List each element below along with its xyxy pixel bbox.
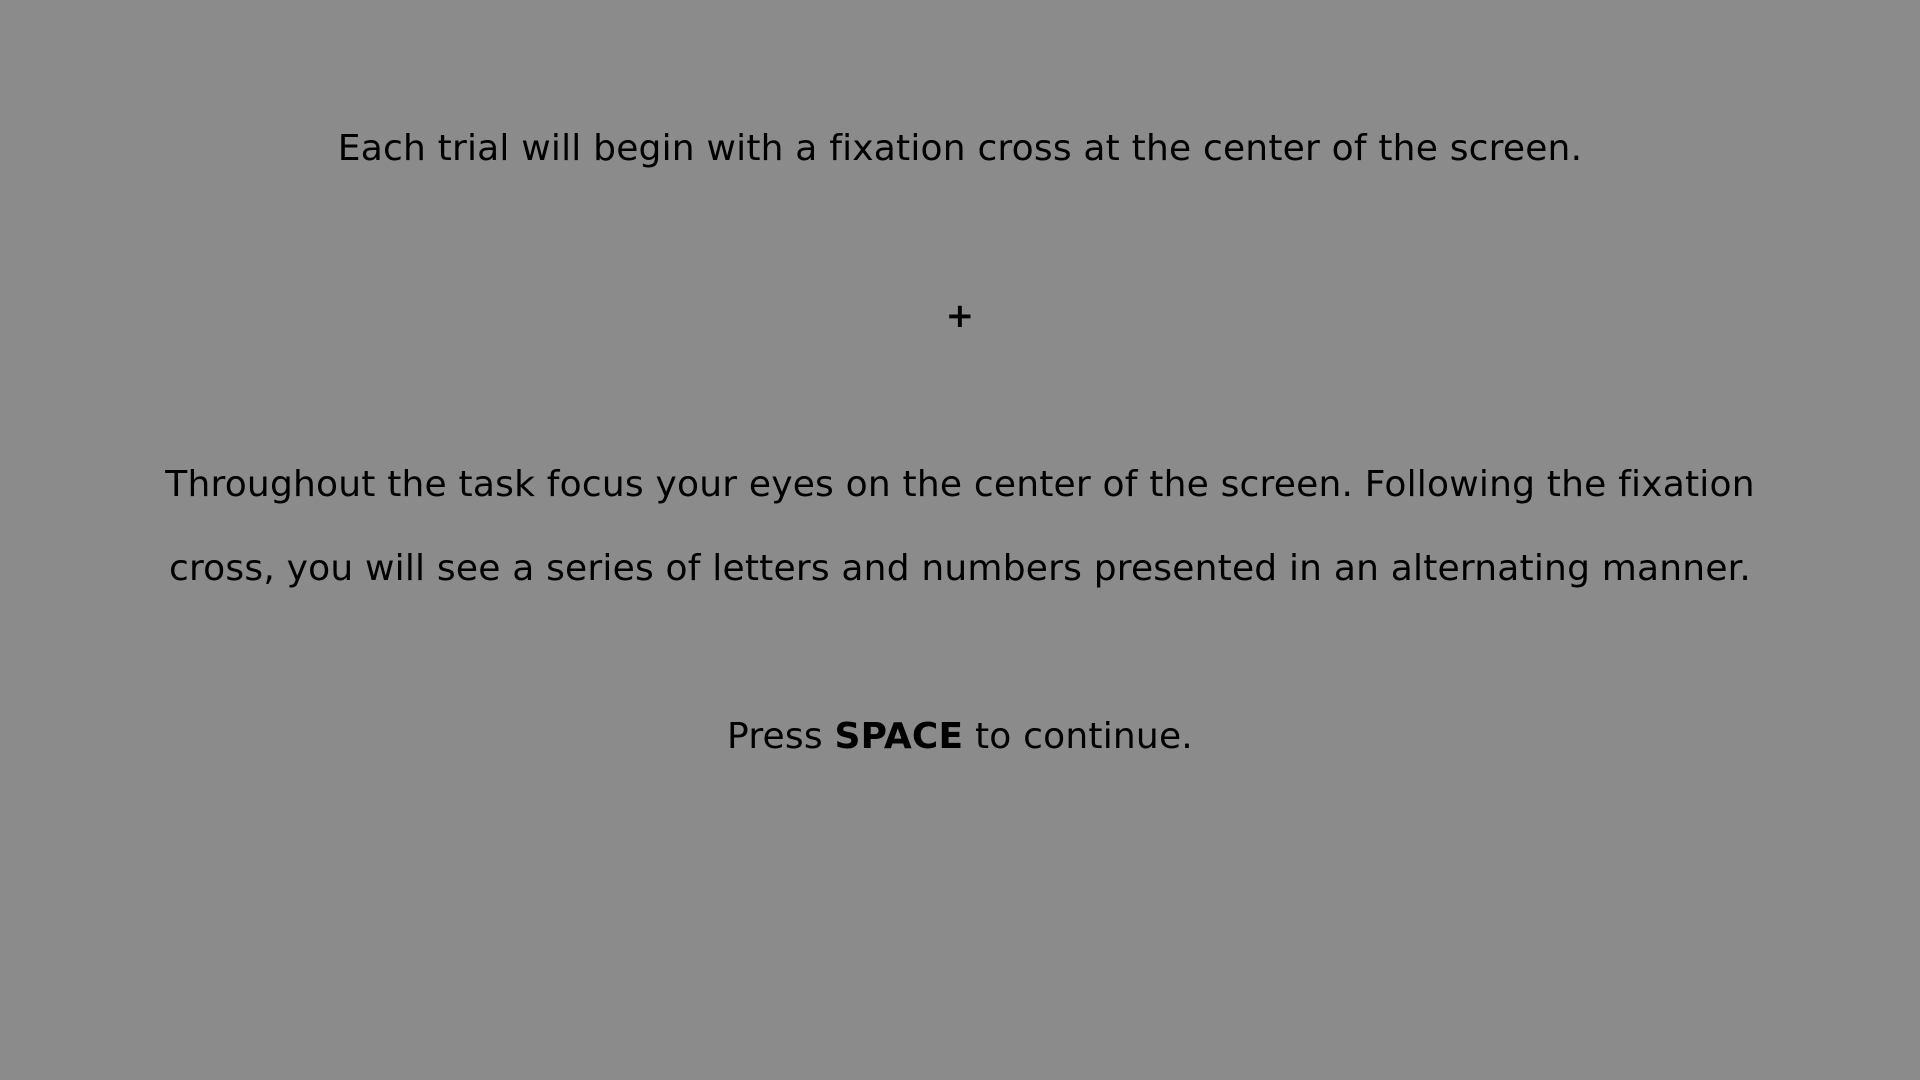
space-key-label: SPACE [834,716,964,757]
continue-suffix: to continue. [963,716,1193,757]
intro-text: Each trial will begin with a fixation cr… [337,128,1583,169]
instruction-paragraph-line-1: Throughout the task focus your eyes on t… [165,464,1755,505]
instruction-screen: Each trial will begin with a fixation cr… [0,0,1920,1080]
continue-prefix: Press [727,716,835,757]
fixation-cross: + [945,296,975,336]
continue-prompt: Press SPACE to continue. [0,716,1920,757]
instruction-paragraph-line-2: cross, you will see a series of letters … [168,548,1752,589]
